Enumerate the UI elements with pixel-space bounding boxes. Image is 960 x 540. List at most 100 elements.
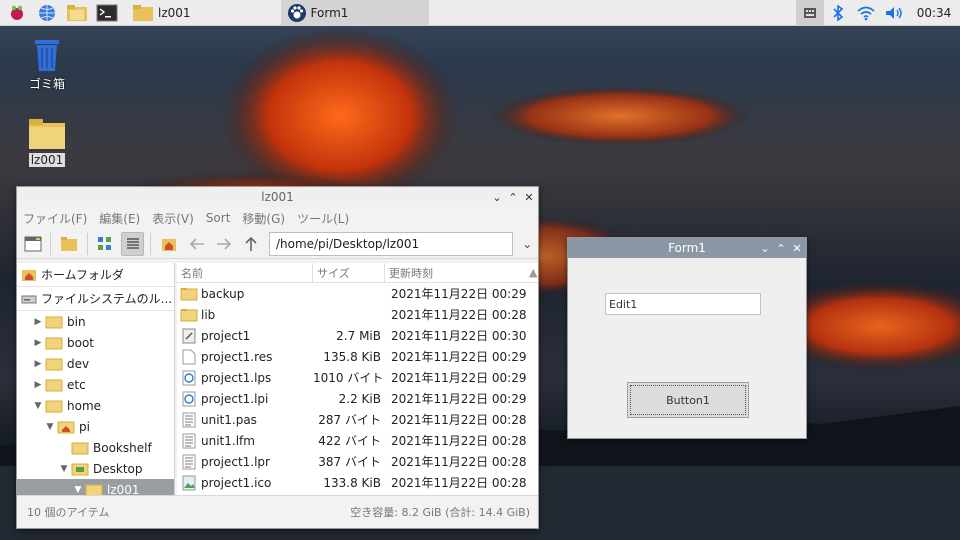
- browser-icon[interactable]: [34, 1, 60, 25]
- sidebar-item-filesystem-root[interactable]: ファイルシステムのル...: [17, 287, 174, 311]
- button1[interactable]: Button1: [627, 382, 749, 418]
- maximize-icon[interactable]: ⌃: [776, 242, 786, 255]
- sidebar-item-label: Bookshelf: [93, 440, 152, 455]
- minimize-icon[interactable]: ⌄: [760, 242, 770, 255]
- wifi-icon[interactable]: [852, 0, 880, 26]
- sidebar-item-boot[interactable]: ▶ boot: [17, 332, 174, 353]
- file-size: 2.7 MiB: [336, 328, 381, 343]
- raspberry-menu-icon[interactable]: [4, 1, 30, 25]
- window-titlebar[interactable]: lz001 ⌄ ⌃ ✕: [17, 187, 538, 207]
- bluetooth-icon[interactable]: [824, 0, 852, 26]
- task-label: lz001: [158, 5, 191, 20]
- close-icon[interactable]: ✕: [792, 242, 802, 255]
- file-row[interactable]: project1.res 135.8 KiB 2021年11月22日 00:29: [177, 346, 538, 367]
- column-header-label: 名前: [181, 266, 203, 280]
- window-title: lz001: [261, 190, 294, 204]
- expand-arrow-icon[interactable]: ▶: [31, 338, 45, 348]
- folder-file-icon: [179, 308, 199, 322]
- clock[interactable]: 00:34: [908, 6, 960, 20]
- menu-view[interactable]: 表示(V): [152, 210, 194, 227]
- icon-view-icon[interactable]: [94, 232, 117, 256]
- collapse-arrow-icon[interactable]: ▼: [43, 422, 57, 432]
- path-input[interactable]: /home/pi/Desktop/lz001: [268, 231, 513, 256]
- list-view-icon[interactable]: [121, 231, 145, 256]
- file-name: project1.lps: [201, 370, 272, 385]
- home-icon[interactable]: [157, 232, 180, 256]
- column-header-name[interactable]: 名前: [177, 263, 313, 283]
- menu-sort[interactable]: Sort: [206, 211, 231, 225]
- column-header-modified[interactable]: 更新時刻: [385, 263, 525, 283]
- edit1-input[interactable]: Edit1: [605, 293, 761, 315]
- home-folder-icon: [57, 421, 75, 433]
- new-window-icon[interactable]: [21, 232, 44, 256]
- folder-file-icon: [179, 287, 199, 301]
- status-bar: 10 個のアイテム 空き容量: 8.2 GiB (合計: 14.4 GiB): [17, 495, 538, 528]
- expand-arrow-icon[interactable]: ▶: [31, 317, 45, 327]
- file-row[interactable]: lib 2021年11月22日 00:28: [177, 304, 538, 325]
- file-modified: 2021年11月22日 00:29: [391, 287, 527, 301]
- minimize-icon[interactable]: ⌄: [492, 191, 502, 204]
- volume-icon[interactable]: [880, 0, 908, 26]
- menu-go[interactable]: 移動(G): [242, 210, 285, 227]
- desktop-folder-icon: [71, 463, 89, 475]
- up-arrow-icon[interactable]: [240, 232, 263, 256]
- sidebar-item-label: pi: [79, 419, 90, 434]
- desktop-icon-lz001[interactable]: lz001: [17, 118, 77, 167]
- expand-arrow-icon[interactable]: ▶: [31, 359, 45, 369]
- folder-icon: [45, 358, 63, 370]
- task-form1[interactable]: Form1: [280, 0, 429, 26]
- toolbar: /home/pi/Desktop/lz001 ⌄: [17, 229, 538, 259]
- maximize-icon[interactable]: ⌃: [508, 191, 518, 204]
- file-modified: 2021年11月22日 00:30: [391, 329, 527, 343]
- sidebar-item-lz001[interactable]: ▼ lz001: [17, 479, 174, 495]
- chevron-down-icon[interactable]: ⌄: [517, 232, 538, 256]
- file-modified: 2021年11月22日 00:28: [391, 476, 527, 490]
- menu-tools[interactable]: ツール(L): [297, 210, 349, 227]
- text-file-icon: [179, 433, 199, 449]
- window-titlebar[interactable]: Form1 ⌄ ⌃ ✕: [568, 238, 806, 258]
- edit1-text: Edit1: [609, 297, 638, 311]
- sidebar-item-etc[interactable]: ▶ etc: [17, 374, 174, 395]
- terminal-icon[interactable]: [94, 1, 120, 25]
- sidebar-item-home-dir[interactable]: ▼ home: [17, 395, 174, 416]
- file-row[interactable]: backup 2021年11月22日 00:29: [177, 283, 538, 304]
- file-row[interactable]: project1.ico 133.8 KiB 2021年11月22日 00:28: [177, 472, 538, 493]
- folder-icon: [45, 337, 63, 349]
- file-manager-window: lz001 ⌄ ⌃ ✕ ファイル(F) 編集(E) 表示(V) Sort 移動(…: [16, 186, 539, 529]
- sidebar-item-bookshelf[interactable]: Bookshelf: [17, 437, 174, 458]
- file-row[interactable]: unit1.lfm 422 バイト 2021年11月22日 00:28: [177, 430, 538, 451]
- expand-arrow-icon[interactable]: ▶: [31, 380, 45, 390]
- column-header-size[interactable]: サイズ: [313, 263, 385, 283]
- back-arrow-icon[interactable]: [185, 232, 208, 256]
- file-row[interactable]: project1.lpr 387 バイト 2021年11月22日 00:28: [177, 451, 538, 472]
- home-folder-icon: [22, 269, 36, 281]
- sidebar-item-desktop[interactable]: ▼ Desktop: [17, 458, 174, 479]
- sidebar-item-dev[interactable]: ▶ dev: [17, 353, 174, 374]
- forward-arrow-icon[interactable]: [212, 232, 235, 256]
- sidebar-item-pi[interactable]: ▼ pi: [17, 416, 174, 437]
- file-row[interactable]: project1.lps 1010 バイト 2021年11月22日 00:29: [177, 367, 538, 388]
- menu-edit[interactable]: 編集(E): [99, 210, 140, 227]
- text-file-icon: [179, 454, 199, 470]
- file-manager-icon[interactable]: [64, 1, 90, 25]
- task-lz001[interactable]: lz001: [126, 0, 197, 26]
- file-row[interactable]: project1 2.7 MiB 2021年11月22日 00:30: [177, 325, 538, 346]
- desktop-icon-trash[interactable]: ゴミ箱: [17, 38, 77, 92]
- menu-file[interactable]: ファイル(F): [23, 210, 87, 227]
- file-row[interactable]: unit1.pas 287 バイト 2021年11月22日 00:28: [177, 409, 538, 430]
- path-text: /home/pi/Desktop/lz001: [275, 236, 420, 251]
- keyboard-layout-icon[interactable]: [796, 0, 824, 26]
- sidebar-tree: ホームフォルダ ファイルシステムのル... ▶ bin ▶ boot ▶ dev…: [17, 263, 175, 495]
- collapse-arrow-icon[interactable]: ▼: [57, 464, 71, 474]
- new-folder-icon[interactable]: [57, 232, 80, 256]
- close-icon[interactable]: ✕: [524, 191, 534, 204]
- collapse-arrow-icon[interactable]: ▼: [31, 401, 45, 411]
- collapse-arrow-icon[interactable]: ▼: [71, 485, 85, 495]
- sidebar-item-label: bin: [67, 314, 86, 329]
- lazarus-paw-icon: [287, 3, 306, 22]
- free-space: 空き容量: 8.2 GiB (合計: 14.4 GiB): [350, 506, 530, 519]
- sidebar-item-home[interactable]: ホームフォルダ: [17, 263, 174, 287]
- sidebar-item-bin[interactable]: ▶ bin: [17, 311, 174, 332]
- file-row[interactable]: project1.lpi 2.2 KiB 2021年11月22日 00:29: [177, 388, 538, 409]
- file-size: 2.2 KiB: [338, 391, 381, 406]
